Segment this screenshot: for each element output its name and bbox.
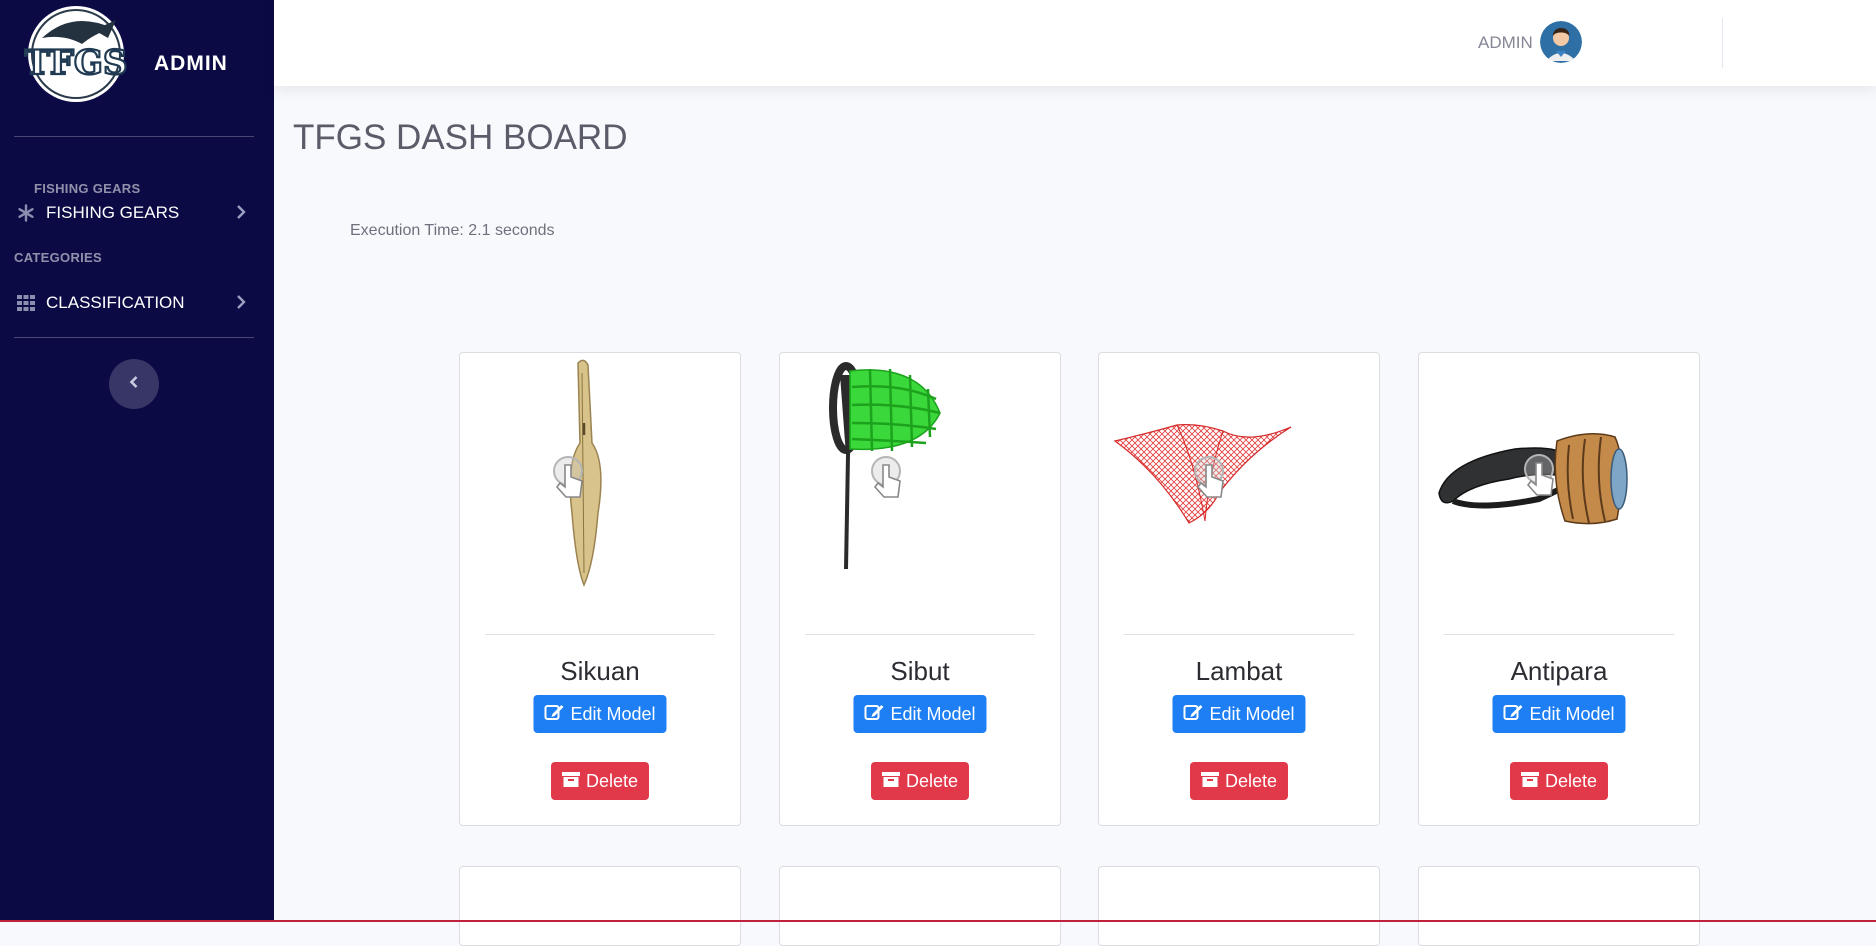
delete-button[interactable]: Delete (550, 762, 650, 800)
delete-button[interactable]: Delete (1189, 762, 1289, 800)
model-viewer[interactable] (780, 353, 1060, 631)
card-divider (1444, 634, 1674, 635)
edit-model-button[interactable]: Edit Model (1172, 695, 1306, 733)
execution-time: Execution Time: 2.1 seconds (350, 222, 555, 239)
touch-rotate-icon (1524, 454, 1554, 496)
user-avatar[interactable] (1540, 21, 1582, 63)
edit-model-label: Edit Model (890, 703, 976, 724)
topbar-divider (1722, 18, 1723, 68)
brand-title[interactable]: ADMIN (154, 52, 228, 76)
sidebar-item-classification[interactable]: CLASSIFICATION (14, 288, 254, 318)
chevron-right-icon (236, 294, 246, 315)
model-name: Antipara (1510, 656, 1608, 686)
edit-model-button[interactable]: Edit Model (1492, 695, 1626, 733)
archive-icon (561, 771, 580, 792)
model-viewer[interactable] (460, 353, 740, 631)
model-viewer[interactable] (1419, 353, 1699, 631)
archive-icon (1520, 771, 1539, 792)
model-card-partial (1418, 866, 1700, 946)
model-card: Lambat Edit Model Delete (1098, 352, 1380, 826)
model-name: Sibut (890, 656, 950, 686)
model-card: Sibut Edit Model Delete (779, 352, 1061, 826)
archive-icon (1200, 771, 1219, 792)
model-name: Lambat (1195, 656, 1283, 686)
card-divider (485, 634, 715, 635)
archive-icon (881, 771, 900, 792)
model-card-partial (459, 866, 741, 946)
delete-button[interactable]: Delete (1509, 762, 1609, 800)
edit-model-button[interactable]: Edit Model (853, 695, 987, 733)
sidebar-divider (14, 337, 254, 338)
logo-text: TFGS (24, 43, 127, 83)
sidebar-item-label: CLASSIFICATION (46, 293, 185, 312)
edit-icon (1503, 703, 1523, 726)
asterisk-icon (14, 203, 38, 223)
chevron-left-icon (129, 375, 139, 394)
edit-model-label: Edit Model (1529, 703, 1615, 724)
edit-model-button[interactable]: Edit Model (533, 695, 667, 733)
delete-label: Delete (585, 770, 639, 791)
edit-model-label: Edit Model (570, 703, 656, 724)
page-title: TFGS DASH BOARD (293, 118, 628, 157)
sidebar-item-fishing-gears[interactable]: FISHING GEARS (14, 198, 254, 228)
card-divider (805, 634, 1035, 635)
grid-icon (14, 293, 38, 313)
edit-icon (1183, 703, 1203, 726)
brand-logo[interactable]: TFGS (23, 4, 129, 104)
sidebar: TFGS ADMIN FISHING GEARS FISHING GEARS C… (0, 0, 274, 922)
model-card-partial (1098, 866, 1380, 946)
sidebar-heading-fishing: FISHING GEARS (34, 181, 141, 196)
model-card: Sikuan Edit Model Delete (459, 352, 741, 826)
touch-rotate-icon (871, 456, 901, 498)
model-name: Sikuan (560, 656, 640, 686)
edit-icon (544, 703, 564, 726)
sidebar-divider (14, 136, 254, 137)
chevron-right-icon (236, 204, 246, 225)
sidebar-toggle-button[interactable] (109, 359, 159, 409)
model-viewer[interactable] (1099, 353, 1379, 631)
delete-button[interactable]: Delete (870, 762, 970, 800)
touch-rotate-icon (553, 456, 583, 498)
user-name[interactable]: ADMIN (1478, 33, 1533, 53)
sidebar-heading-categories: CATEGORIES (14, 250, 102, 265)
card-divider (1124, 634, 1354, 635)
edit-model-label: Edit Model (1209, 703, 1295, 724)
sidebar-item-label: FISHING GEARS (46, 203, 180, 222)
model-card: Antipara Edit Model Delete (1418, 352, 1700, 826)
model-card-partial (779, 866, 1061, 946)
edit-icon (864, 703, 884, 726)
delete-label: Delete (905, 770, 959, 791)
delete-label: Delete (1544, 770, 1598, 791)
delete-label: Delete (1224, 770, 1278, 791)
topbar (274, 0, 1876, 86)
